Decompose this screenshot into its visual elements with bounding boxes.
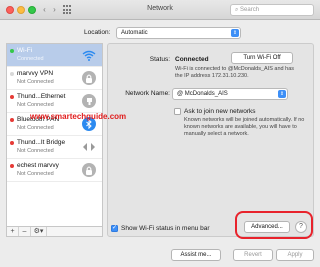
- service-status: Not Connected: [17, 148, 54, 154]
- service-status: Not Connected: [17, 125, 54, 131]
- lock-icon: [82, 163, 96, 177]
- revert-button[interactable]: Revert: [233, 249, 273, 261]
- service-name: marvvy VPN: [17, 70, 54, 77]
- chevron-updown-icon: ⇕: [278, 90, 286, 98]
- network-name-label: Network Name:: [125, 90, 170, 97]
- service-status: Not Connected: [17, 79, 54, 85]
- search-input[interactable]: ⌕ Search: [230, 4, 314, 16]
- service-name: Wi-Fi: [17, 47, 33, 54]
- location-value: Automatic: [121, 30, 148, 36]
- network-name-value: @ McDonalds_AIS: [177, 91, 228, 97]
- service-name: echest marvvy: [17, 162, 59, 169]
- search-icon: ⌕: [235, 7, 239, 13]
- gear-menu-button[interactable]: ⚙▾: [31, 227, 47, 236]
- show-status-checkbox[interactable]: ✓: [111, 225, 118, 232]
- service-status: Not Connected: [17, 102, 54, 108]
- service-list: Wi-Fi Connected marvvy VPN Not Connected…: [6, 43, 103, 227]
- chevron-updown-icon: ⇕: [231, 29, 239, 37]
- apply-button[interactable]: Apply: [276, 249, 314, 261]
- service-name: Thund...It Bridge: [17, 139, 66, 146]
- status-dot: [10, 95, 14, 99]
- service-status: Connected: [17, 56, 44, 62]
- search-placeholder: Search: [240, 7, 260, 13]
- service-item-vpn[interactable]: marvvy VPN Not Connected: [7, 67, 102, 90]
- status-dot: [10, 141, 14, 145]
- ask-join-checkbox[interactable]: [174, 108, 181, 115]
- watermark-text: www.smartechguide.com: [30, 112, 127, 121]
- service-item-wifi[interactable]: Wi-Fi Connected: [7, 44, 102, 67]
- status-value: Connected: [175, 56, 209, 63]
- highlight-annotation: [235, 211, 313, 239]
- lock-icon: [82, 71, 96, 85]
- title-bar: ‹ › Network ⌕ Search: [0, 0, 320, 20]
- service-item-echest-vpn[interactable]: echest marvvy Not Connected: [7, 159, 102, 182]
- service-name: Thund...Ethernet: [17, 93, 66, 100]
- service-item-thunderbolt-bridge[interactable]: Thund...It Bridge Not Connected: [7, 136, 102, 159]
- ask-join-label: Ask to join new networks: [184, 108, 256, 115]
- status-description: Wi-Fi is connected to @McDonalds_AIS and…: [175, 66, 294, 79]
- add-service-button[interactable]: +: [7, 227, 19, 236]
- ask-join-description: Known networks will be joined automatica…: [184, 117, 305, 137]
- status-dot: [10, 164, 14, 168]
- status-dot: [10, 118, 14, 122]
- location-label: Location:: [84, 29, 111, 36]
- status-dot: [10, 72, 14, 76]
- bridge-icon: [82, 140, 96, 154]
- location-select[interactable]: Automatic ⇕: [116, 27, 241, 39]
- service-status: Not Connected: [17, 171, 54, 177]
- service-list-toolbar: + – ⚙▾: [6, 227, 103, 237]
- service-item-thunderbolt-ethernet[interactable]: Thund...Ethernet Not Connected: [7, 90, 102, 113]
- turn-wifi-off-button[interactable]: Turn Wi-Fi Off: [231, 52, 293, 64]
- status-dot: [10, 49, 14, 53]
- wifi-icon: [82, 48, 96, 62]
- ethernet-icon: [82, 94, 96, 108]
- show-status-label: Show Wi-Fi status in menu bar: [121, 225, 210, 232]
- remove-service-button[interactable]: –: [19, 227, 31, 236]
- assist-me-button[interactable]: Assist me...: [171, 249, 221, 261]
- network-name-select[interactable]: @ McDonalds_AIS ⇕: [172, 88, 288, 100]
- status-label: Status:: [149, 56, 170, 63]
